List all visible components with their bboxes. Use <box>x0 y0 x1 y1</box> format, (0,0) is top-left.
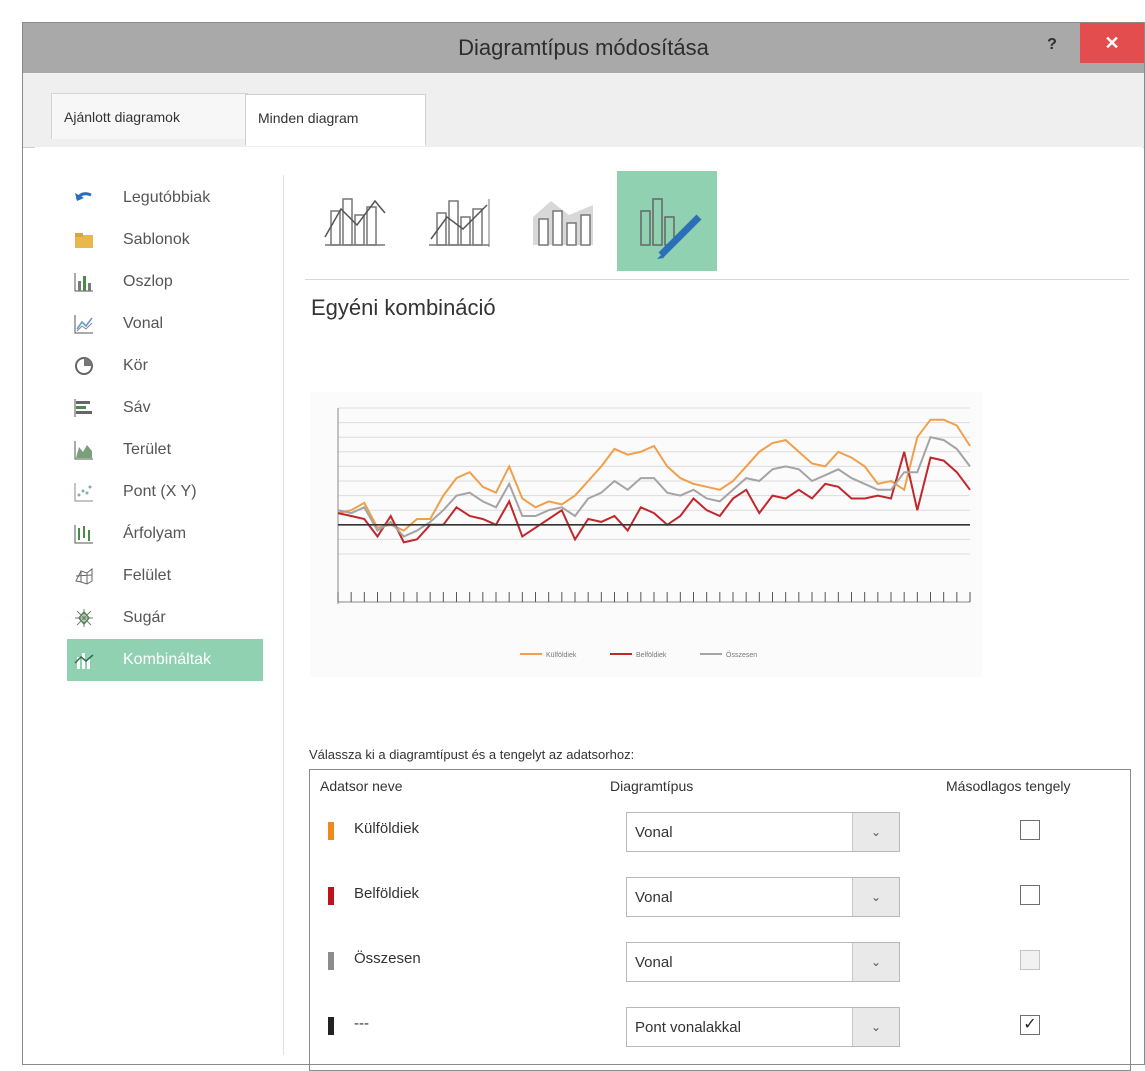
sidebar-item-label: Sablonok <box>123 231 190 248</box>
chart-type-select[interactable]: Vonal ⌄ <box>626 877 900 917</box>
area-chart-icon <box>74 441 93 460</box>
chart-preview: Külföldiek Belföldiek Összesen <box>310 392 982 677</box>
sidebar-item-recent[interactable]: Legutóbbiak <box>73 177 273 219</box>
check-icon: ✓ <box>1023 1016 1037 1033</box>
sidebar-item-label: Vonal <box>123 315 164 332</box>
sidebar-item-label: Terület <box>123 441 172 458</box>
sidebar-item-pie[interactable]: Kör <box>73 345 273 387</box>
sidebar-item-label: Sáv <box>123 399 151 416</box>
sidebar-item-label: Kombináltak <box>123 651 212 668</box>
sidebar-item-combo[interactable]: Kombináltak <box>67 639 263 681</box>
close-button[interactable]: ✕ <box>1080 23 1144 63</box>
chevron-down-icon[interactable]: ⌄ <box>852 1008 899 1046</box>
secondary-axis-checkbox[interactable] <box>1020 820 1040 840</box>
chart-type-value: Pont vonalakkal <box>635 1019 741 1036</box>
custom-combination-icon <box>640 198 702 259</box>
column-chart-icon <box>74 273 93 292</box>
chevron-down-icon[interactable]: ⌄ <box>852 943 899 981</box>
tab-recommended-charts[interactable]: Ajánlott diagramok <box>51 93 248 139</box>
chart-type-value: Vonal <box>635 954 673 971</box>
series-name: Összesen <box>354 950 421 967</box>
radar-chart-icon <box>75 609 93 627</box>
sidebar-item-label: Kör <box>123 357 148 374</box>
sidebar-item-stock[interactable]: Árfolyam <box>73 513 273 555</box>
subtype-stacked-area-column[interactable] <box>513 171 613 271</box>
chart-type-select[interactable]: Vonal ⌄ <box>626 942 900 982</box>
series-row-belfoldiek: Belföldiek Vonal ⌄ <box>310 867 1130 923</box>
sidebar-item-label: Árfolyam <box>123 525 187 542</box>
sidebar-item-scatter[interactable]: Pont (X Y) <box>73 471 273 513</box>
chevron-down-icon[interactable]: ⌄ <box>852 878 899 916</box>
tab-bar: Ajánlott diagramok Minden diagram <box>23 73 1144 148</box>
help-button[interactable]: ? <box>1038 31 1066 59</box>
subtype-column-line-secondary[interactable] <box>409 171 509 271</box>
chart-category-list: Legutóbbiak Sablonok Oszlop Vonal Kör Sá… <box>67 177 273 681</box>
scatter-chart-icon <box>74 483 93 502</box>
series-row-osszesen: Összesen Vonal ⌄ <box>310 932 1130 988</box>
gallery-divider <box>305 279 1129 280</box>
series-name: Belföldiek <box>354 885 420 902</box>
stacked-area-column-icon <box>533 201 593 246</box>
folder-icon <box>75 233 93 248</box>
sidebar-item-surface[interactable]: Felület <box>73 555 273 597</box>
secondary-axis-checkbox[interactable]: ✓ <box>1020 1015 1040 1035</box>
sidebar-item-area[interactable]: Terület <box>73 429 273 471</box>
stock-chart-icon <box>74 525 93 544</box>
series-table: Adatsor neve Diagramtípus Másodlagos ten… <box>309 769 1131 1071</box>
chart-type-value: Vonal <box>635 889 673 906</box>
chart-preview-svg: Külföldiek Belföldiek Összesen <box>337 407 971 659</box>
series-color-swatch <box>328 952 334 970</box>
chart-type-select[interactable]: Pont vonalakkal ⌄ <box>626 1007 900 1047</box>
change-chart-type-dialog: Diagramtípus módosítása ? ✕ Ajánlott dia… <box>22 22 1145 1071</box>
series-choice-label: Válassza ki a diagramtípust és a tengely… <box>309 747 635 762</box>
sidebar-divider <box>283 175 284 1055</box>
sidebar-item-bar[interactable]: Sáv <box>73 387 273 429</box>
clustered-column-line-icon <box>324 198 386 246</box>
series-color-swatch <box>328 887 334 905</box>
column-header-chart-type: Diagramtípus <box>610 778 694 794</box>
sidebar-item-label: Pont (X Y) <box>123 483 197 500</box>
series-name: --- <box>354 1015 369 1032</box>
legend-label: Összesen <box>726 651 757 659</box>
subtype-clustered-column-line[interactable] <box>305 171 405 271</box>
combo-chart-icon <box>74 653 94 669</box>
sidebar-item-label: Legutóbbiak <box>123 189 211 206</box>
series-name: Külföldiek <box>354 820 420 837</box>
column-header-series-name: Adatsor neve <box>320 778 403 794</box>
sidebar-item-radar[interactable]: Sugár <box>73 597 273 639</box>
sidebar-item-column[interactable]: Oszlop <box>73 261 273 303</box>
close-icon: ✕ <box>1104 33 1120 53</box>
legend-label: Külföldiek <box>546 652 577 659</box>
tab-all-charts[interactable]: Minden diagram <box>245 94 426 146</box>
series-line <box>337 451 971 544</box>
pie-chart-icon <box>75 357 93 375</box>
sidebar-item-line[interactable]: Vonal <box>73 303 273 345</box>
series-color-swatch <box>328 822 334 840</box>
undo-icon <box>75 192 92 201</box>
series-color-swatch <box>328 1017 334 1035</box>
legend-label: Belföldiek <box>636 652 667 659</box>
subtype-custom-combination[interactable] <box>617 171 717 271</box>
surface-chart-icon <box>75 567 93 585</box>
title-bar: Diagramtípus módosítása ? ✕ <box>23 23 1144 73</box>
sidebar-item-label: Sugár <box>123 609 166 626</box>
line-chart-icon <box>74 315 93 334</box>
secondary-axis-checkbox <box>1020 950 1040 970</box>
bar-chart-icon <box>74 399 92 417</box>
clustered-column-line-secondary-icon <box>429 199 490 247</box>
chart-type-select[interactable]: Vonal ⌄ <box>626 812 900 852</box>
sidebar-item-templates[interactable]: Sablonok <box>73 219 273 261</box>
column-header-secondary-axis: Másodlagos tengely <box>946 778 1071 794</box>
combo-type-title: Egyéni kombináció <box>311 295 496 320</box>
sidebar-item-label: Felület <box>123 567 172 584</box>
tab-content: Legutóbbiak Sablonok Oszlop Vonal Kör Sá… <box>35 147 1143 1071</box>
secondary-axis-checkbox[interactable] <box>1020 885 1040 905</box>
chart-type-value: Vonal <box>635 824 673 841</box>
dialog-title: Diagramtípus módosítása <box>458 35 709 60</box>
sidebar-item-label: Oszlop <box>123 273 173 290</box>
series-row-dashes: --- Pont vonalakkal ⌄ ✓ <box>310 997 1130 1053</box>
series-row-kulfoldiek: Külföldiek Vonal ⌄ <box>310 802 1130 858</box>
chevron-down-icon[interactable]: ⌄ <box>852 813 899 851</box>
